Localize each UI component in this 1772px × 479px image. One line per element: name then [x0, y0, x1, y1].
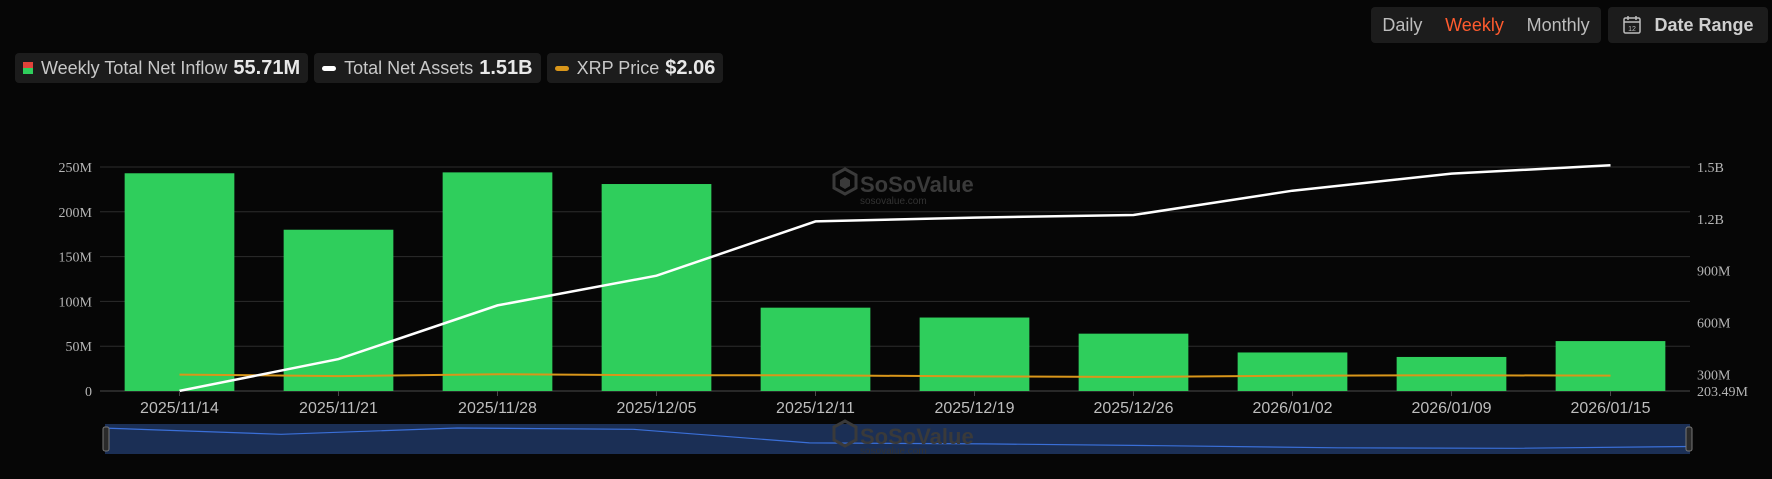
x-tick-label: 2025/11/21 — [299, 400, 378, 417]
x-tick-label: 2025/11/14 — [140, 400, 219, 417]
inflow-bar — [919, 317, 1030, 391]
x-tick-label: 2026/01/15 — [1570, 400, 1650, 417]
x-tick-label: 2025/12/26 — [1093, 400, 1173, 417]
watermark-site: sosovalue.com — [860, 196, 927, 207]
left-tick-label: 150M — [59, 251, 93, 266]
inflow-bar — [760, 307, 871, 391]
chart-canvas: SoSoValue sosovalue.com 0 50M 100M 150M 200M… — [59, 161, 1749, 457]
left-tick-label: 0 — [85, 385, 92, 400]
range-navigator[interactable]: SoSoValue sosovalue.com — [102, 419, 1693, 457]
navigator-watermark-site: sosovalue.com — [860, 446, 927, 457]
inflow-bar — [1078, 333, 1189, 391]
left-tick-label: 250M — [59, 161, 93, 176]
inflow-bar — [1396, 356, 1507, 391]
x-tick-label: 2026/01/02 — [1252, 400, 1332, 417]
etf-chart-widget: Daily Weekly Monthly 12 Date Range Weekl… — [0, 0, 1772, 479]
left-tick-label: 200M — [59, 206, 93, 221]
inflow-bar — [1237, 352, 1348, 391]
watermark-logo-icon — [832, 167, 858, 196]
navigator-left-handle[interactable] — [102, 426, 110, 452]
right-tick-label: 600M — [1697, 316, 1731, 331]
navigator-right-handle[interactable] — [1685, 426, 1693, 452]
right-tick-label: 300M — [1697, 368, 1731, 383]
right-tick-label: 1.5B — [1697, 161, 1724, 176]
inflow-bar — [601, 184, 712, 391]
watermark-brand: SoSoValue — [860, 172, 974, 197]
x-tick-label: 2025/12/11 — [776, 400, 855, 417]
right-tick-label: 900M — [1697, 265, 1731, 280]
price-line — [179, 373, 1611, 379]
right-tick-label: 1.2B — [1697, 213, 1724, 228]
inflow-bar — [442, 172, 553, 391]
x-tick-label: 2025/12/19 — [934, 400, 1014, 417]
inflow-bar — [124, 173, 235, 391]
left-tick-label: 100M — [59, 295, 93, 310]
x-tick-label: 2025/11/28 — [458, 400, 537, 417]
inflow-bar — [1555, 341, 1666, 391]
x-tick-label: 2025/12/05 — [616, 400, 696, 417]
right-tick-label: 203.49M — [1697, 385, 1749, 400]
watermark: SoSoValue sosovalue.com — [832, 167, 974, 207]
x-tick-label: 2026/01/09 — [1411, 400, 1491, 417]
left-tick-label: 50M — [66, 340, 93, 355]
